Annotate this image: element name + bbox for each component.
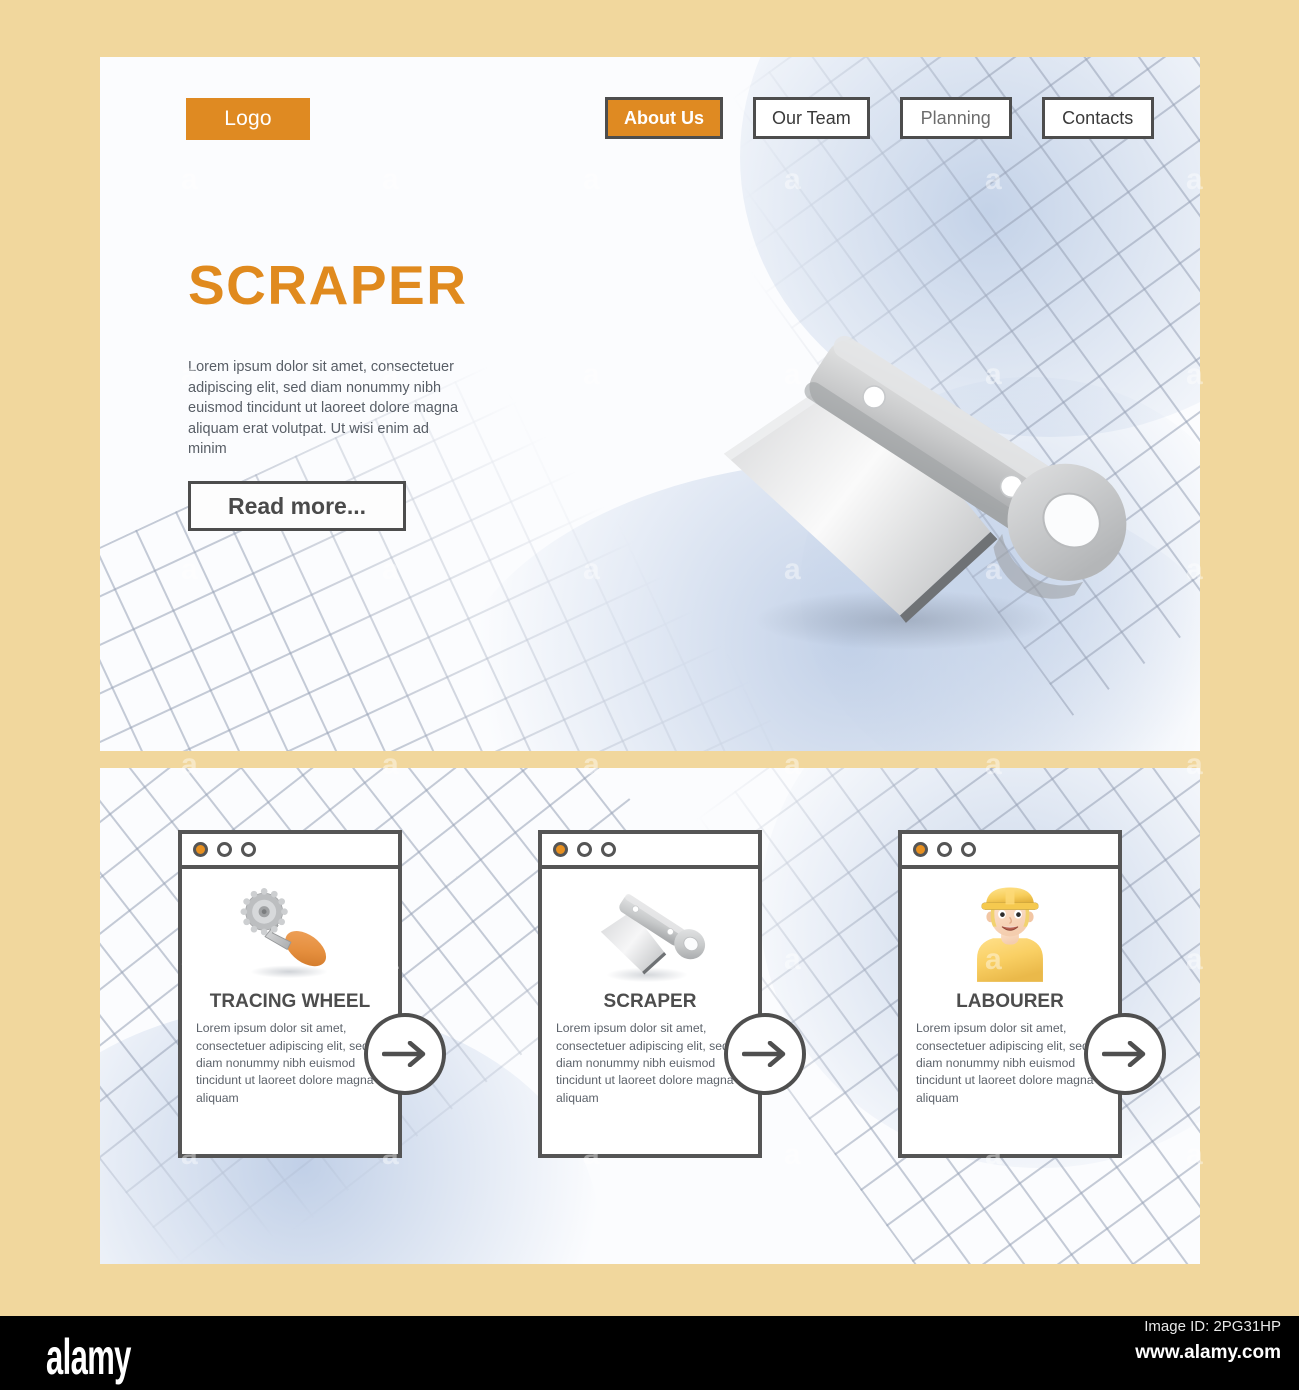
tracing-wheel-icon xyxy=(240,888,328,979)
card-icon-slot xyxy=(196,877,384,987)
putty-knife-scraper-icon xyxy=(600,894,706,983)
window-dot-second xyxy=(217,842,232,857)
page-title: SCRAPER xyxy=(188,254,468,316)
card-titlebar xyxy=(542,834,758,869)
labourer-avatar-icon xyxy=(977,887,1043,982)
read-more-button[interactable]: Read more... xyxy=(188,481,410,535)
feature-cards-row: TRACING WHEEL Lorem ipsum dolor sit amet… xyxy=(100,830,1200,1161)
card-description: Lorem ipsum dolor sit amet, consectetuer… xyxy=(196,1021,374,1105)
nav-item-label: About Us xyxy=(624,107,704,128)
feature-card-scraper[interactable]: SCRAPER Lorem ipsum dolor sit amet, cons… xyxy=(538,830,806,1161)
card-arrow-button[interactable] xyxy=(1084,1013,1166,1095)
read-more-label: Read more... xyxy=(227,492,367,519)
window-dot-orange xyxy=(553,842,568,857)
image-id-label: Image ID: 2PG31HP xyxy=(1144,1318,1281,1335)
card-frame: SCRAPER Lorem ipsum dolor sit amet, cons… xyxy=(538,830,765,1161)
logo-button[interactable]: Logo xyxy=(186,98,310,140)
alamy-logo: alamy xyxy=(46,1329,131,1385)
card-title: TRACING WHEEL xyxy=(209,991,371,1012)
alamy-url: www.alamy.com xyxy=(1135,1342,1281,1363)
card-body: SCRAPER Lorem ipsum dolor sit amet, cons… xyxy=(542,869,758,1154)
card-arrow-button[interactable] xyxy=(724,1013,806,1095)
stock-footer-bar: alamy Image ID: 2PG31HP www.alamy.com xyxy=(0,1316,1299,1390)
logo-label: Logo xyxy=(224,107,272,130)
arrow-right-icon xyxy=(382,1041,426,1067)
main-navigation: About Us Our Team Planning Contacts xyxy=(605,97,1157,142)
nav-item-about-us[interactable]: About Us xyxy=(605,97,726,142)
card-description: Lorem ipsum dolor sit amet, consectetuer… xyxy=(556,1021,734,1105)
feature-card-labourer[interactable]: LABOURER Lorem ipsum dolor sit amet, con… xyxy=(898,830,1166,1161)
arrow-right-icon xyxy=(742,1041,786,1067)
card-body: LABOURER Lorem ipsum dolor sit amet, con… xyxy=(902,869,1118,1154)
card-icon-slot xyxy=(916,877,1104,987)
nav-item-planning[interactable]: Planning xyxy=(899,97,1015,142)
arrow-right-icon xyxy=(1102,1041,1146,1067)
card-title: LABOURER xyxy=(956,991,1064,1012)
card-frame: TRACING WHEEL Lorem ipsum dolor sit amet… xyxy=(178,830,405,1161)
nav-item-label: Planning xyxy=(920,107,991,128)
nav-item-our-team[interactable]: Our Team xyxy=(753,97,873,142)
nav-item-contacts[interactable]: Contacts xyxy=(1041,97,1157,142)
features-panel: TRACING WHEEL Lorem ipsum dolor sit amet… xyxy=(100,768,1200,1264)
nav-item-label: Contacts xyxy=(1062,107,1134,128)
card-title: SCRAPER xyxy=(603,991,697,1012)
window-dot-orange xyxy=(913,842,928,857)
window-dot-second xyxy=(937,842,952,857)
card-description: Lorem ipsum dolor sit amet, consectetuer… xyxy=(916,1021,1094,1105)
window-dot-third xyxy=(241,842,256,857)
nav-item-label: Our Team xyxy=(772,107,851,128)
window-dot-second xyxy=(577,842,592,857)
hero-paragraph: Lorem ipsum dolor sit amet, consectetuer… xyxy=(188,359,459,458)
card-body: TRACING WHEEL Lorem ipsum dolor sit amet… xyxy=(182,869,398,1154)
card-titlebar xyxy=(902,834,1118,869)
card-arrow-button[interactable] xyxy=(364,1013,446,1095)
feature-card-tracing-wheel[interactable]: TRACING WHEEL Lorem ipsum dolor sit amet… xyxy=(178,830,446,1161)
window-dot-orange xyxy=(193,842,208,857)
card-titlebar xyxy=(182,834,398,869)
card-frame: LABOURER Lorem ipsum dolor sit amet, con… xyxy=(898,830,1125,1161)
hero-scraper-illustration xyxy=(700,242,1130,662)
window-dot-third xyxy=(961,842,976,857)
putty-knife-scraper-icon xyxy=(723,335,1127,650)
hero-panel: Logo About Us Our Team Planning Contacts… xyxy=(100,57,1200,751)
card-icon-slot xyxy=(556,877,744,987)
window-dot-third xyxy=(601,842,616,857)
